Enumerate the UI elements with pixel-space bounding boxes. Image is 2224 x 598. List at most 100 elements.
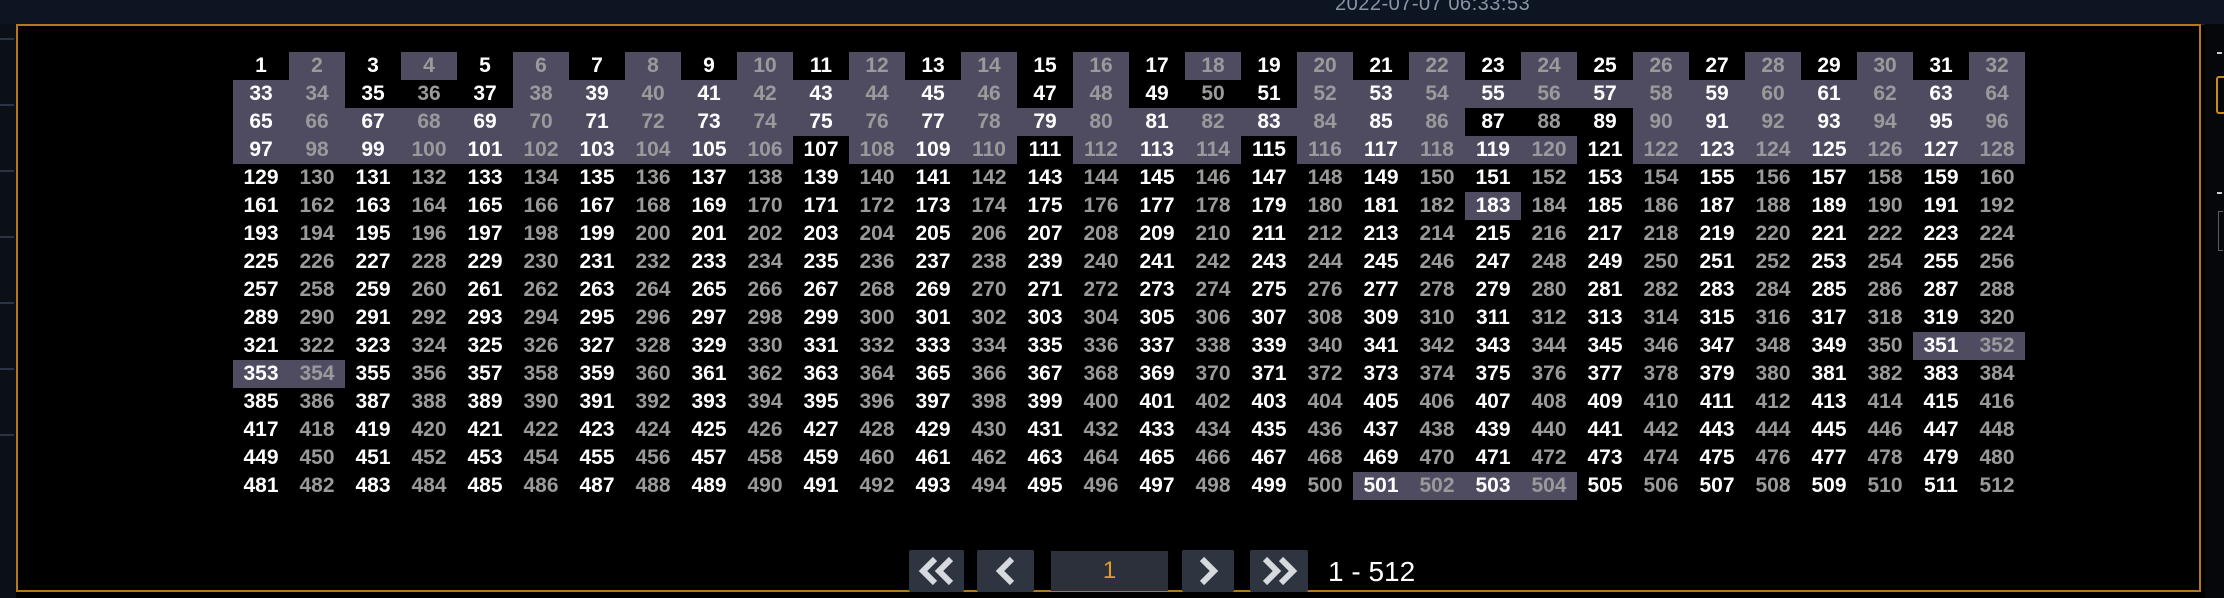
channel-cell[interactable]: 53 <box>1353 80 1409 108</box>
channel-cell[interactable]: 356 <box>401 360 457 388</box>
channel-cell[interactable]: 202 <box>737 220 793 248</box>
channel-cell[interactable]: 501 <box>1353 472 1409 500</box>
channel-cell[interactable]: 306 <box>1185 304 1241 332</box>
channel-cell[interactable]: 291 <box>345 304 401 332</box>
channel-cell[interactable]: 194 <box>289 220 345 248</box>
channel-cell[interactable]: 459 <box>793 444 849 472</box>
channel-cell[interactable]: 303 <box>1017 304 1073 332</box>
channel-cell[interactable]: 35 <box>345 80 401 108</box>
channel-cell[interactable]: 15 <box>1017 52 1073 80</box>
channel-cell[interactable]: 440 <box>1521 416 1577 444</box>
channel-cell[interactable]: 335 <box>1017 332 1073 360</box>
channel-cell[interactable]: 147 <box>1241 164 1297 192</box>
channel-cell[interactable]: 242 <box>1185 248 1241 276</box>
channel-cell[interactable]: 246 <box>1409 248 1465 276</box>
channel-cell[interactable]: 370 <box>1185 360 1241 388</box>
channel-cell[interactable]: 249 <box>1577 248 1633 276</box>
channel-cell[interactable]: 423 <box>569 416 625 444</box>
channel-cell[interactable]: 80 <box>1073 108 1129 136</box>
channel-cell[interactable]: 466 <box>1185 444 1241 472</box>
channel-cell[interactable]: 352 <box>1969 332 2025 360</box>
channel-cell[interactable]: 318 <box>1857 304 1913 332</box>
channel-cell[interactable]: 148 <box>1297 164 1353 192</box>
channel-cell[interactable]: 401 <box>1129 388 1185 416</box>
channel-cell[interactable]: 508 <box>1745 472 1801 500</box>
channel-cell[interactable]: 424 <box>625 416 681 444</box>
channel-cell[interactable]: 158 <box>1857 164 1913 192</box>
channel-cell[interactable]: 169 <box>681 192 737 220</box>
channel-cell[interactable]: 67 <box>345 108 401 136</box>
channel-cell[interactable]: 135 <box>569 164 625 192</box>
channel-cell[interactable]: 467 <box>1241 444 1297 472</box>
channel-cell[interactable]: 443 <box>1689 416 1745 444</box>
channel-cell[interactable]: 446 <box>1857 416 1913 444</box>
channel-cell[interactable]: 104 <box>625 136 681 164</box>
channel-cell[interactable]: 499 <box>1241 472 1297 500</box>
channel-cell[interactable]: 325 <box>457 332 513 360</box>
channel-cell[interactable]: 448 <box>1969 416 2025 444</box>
channel-cell[interactable]: 453 <box>457 444 513 472</box>
channel-cell[interactable]: 87 <box>1465 108 1521 136</box>
channel-cell[interactable]: 224 <box>1969 220 2025 248</box>
channel-cell[interactable]: 97 <box>233 136 289 164</box>
channel-cell[interactable]: 115 <box>1241 136 1297 164</box>
channel-cell[interactable]: 403 <box>1241 388 1297 416</box>
channel-cell[interactable]: 164 <box>401 192 457 220</box>
right-edge-control[interactable] <box>2218 211 2223 251</box>
channel-cell[interactable]: 122 <box>1633 136 1689 164</box>
channel-cell[interactable]: 121 <box>1577 136 1633 164</box>
channel-cell[interactable]: 314 <box>1633 304 1689 332</box>
channel-cell[interactable]: 162 <box>289 192 345 220</box>
channel-cell[interactable]: 149 <box>1353 164 1409 192</box>
channel-cell[interactable]: 88 <box>1521 108 1577 136</box>
channel-cell[interactable]: 272 <box>1073 276 1129 304</box>
channel-cell[interactable]: 64 <box>1969 80 2025 108</box>
channel-cell[interactable]: 367 <box>1017 360 1073 388</box>
channel-cell[interactable]: 144 <box>1073 164 1129 192</box>
channel-cell[interactable]: 342 <box>1409 332 1465 360</box>
channel-cell[interactable]: 372 <box>1297 360 1353 388</box>
channel-cell[interactable]: 386 <box>289 388 345 416</box>
channel-cell[interactable]: 110 <box>961 136 1017 164</box>
channel-cell[interactable]: 493 <box>905 472 961 500</box>
channel-cell[interactable]: 6 <box>513 52 569 80</box>
channel-cell[interactable]: 276 <box>1297 276 1353 304</box>
channel-cell[interactable]: 286 <box>1857 276 1913 304</box>
channel-cell[interactable]: 38 <box>513 80 569 108</box>
channel-cell[interactable]: 295 <box>569 304 625 332</box>
right-edge-active-control[interactable] <box>2216 76 2224 114</box>
channel-cell[interactable]: 305 <box>1129 304 1185 332</box>
channel-cell[interactable]: 55 <box>1465 80 1521 108</box>
channel-cell[interactable]: 261 <box>457 276 513 304</box>
channel-cell[interactable]: 326 <box>513 332 569 360</box>
channel-cell[interactable]: 203 <box>793 220 849 248</box>
channel-cell[interactable]: 157 <box>1801 164 1857 192</box>
channel-cell[interactable]: 48 <box>1073 80 1129 108</box>
channel-cell[interactable]: 82 <box>1185 108 1241 136</box>
channel-cell[interactable]: 22 <box>1409 52 1465 80</box>
channel-cell[interactable]: 117 <box>1353 136 1409 164</box>
channel-cell[interactable]: 226 <box>289 248 345 276</box>
channel-cell[interactable]: 402 <box>1185 388 1241 416</box>
channel-cell[interactable]: 350 <box>1857 332 1913 360</box>
channel-cell[interactable]: 506 <box>1633 472 1689 500</box>
channel-cell[interactable]: 44 <box>849 80 905 108</box>
channel-cell[interactable]: 231 <box>569 248 625 276</box>
channel-cell[interactable]: 480 <box>1969 444 2025 472</box>
channel-cell[interactable]: 346 <box>1633 332 1689 360</box>
channel-cell[interactable]: 257 <box>233 276 289 304</box>
channel-cell[interactable]: 100 <box>401 136 457 164</box>
channel-cell[interactable]: 491 <box>793 472 849 500</box>
channel-cell[interactable]: 397 <box>905 388 961 416</box>
channel-cell[interactable]: 388 <box>401 388 457 416</box>
channel-cell[interactable]: 25 <box>1577 52 1633 80</box>
channel-cell[interactable]: 274 <box>1185 276 1241 304</box>
channel-cell[interactable]: 198 <box>513 220 569 248</box>
channel-cell[interactable]: 140 <box>849 164 905 192</box>
channel-cell[interactable]: 487 <box>569 472 625 500</box>
channel-cell[interactable]: 283 <box>1689 276 1745 304</box>
channel-cell[interactable]: 92 <box>1745 108 1801 136</box>
channel-cell[interactable]: 290 <box>289 304 345 332</box>
channel-cell[interactable]: 364 <box>849 360 905 388</box>
channel-cell[interactable]: 210 <box>1185 220 1241 248</box>
